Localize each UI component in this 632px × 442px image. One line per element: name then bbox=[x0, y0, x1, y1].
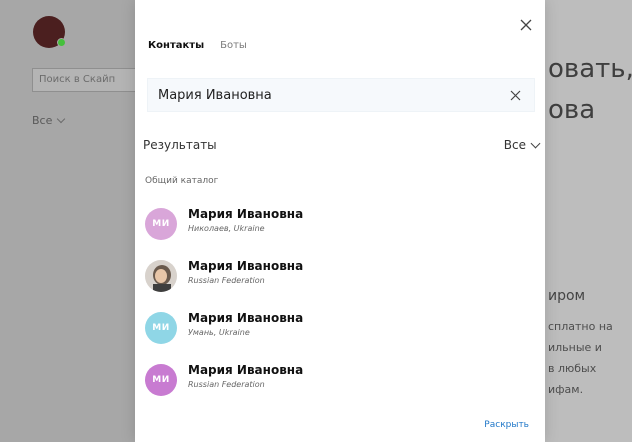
background-filter-dropdown[interactable]: Все bbox=[32, 114, 66, 127]
close-icon bbox=[520, 19, 532, 31]
background-heading-line-2: ова bbox=[548, 95, 596, 125]
dialog-tabs: Контакты Боты bbox=[148, 40, 247, 51]
result-location: Russian Federation bbox=[188, 380, 265, 389]
result-name: Мария Ивановна bbox=[188, 259, 304, 273]
avatar bbox=[145, 260, 177, 292]
presence-online-icon bbox=[57, 38, 66, 47]
tab-bots[interactable]: Боты bbox=[220, 40, 247, 51]
background-text-line: сплатно на bbox=[548, 320, 613, 333]
list-item[interactable]: МИ Мария Ивановна Russian Federation bbox=[135, 354, 545, 406]
chevron-down-icon bbox=[530, 138, 541, 149]
result-text: Мария Ивановна Николаев, Ukraine bbox=[188, 207, 303, 233]
result-location: Николаев, Ukraine bbox=[188, 224, 265, 233]
result-text: Мария Ивановна Russian Federation bbox=[188, 363, 303, 389]
result-location: Russian Federation bbox=[188, 276, 265, 285]
avatar: МИ bbox=[145, 364, 177, 396]
clear-search-button[interactable] bbox=[506, 86, 524, 104]
expand-link[interactable]: Раскрыть bbox=[484, 420, 529, 430]
avatar-initials: МИ bbox=[152, 375, 170, 385]
background-search-input[interactable]: Поиск в Скайп bbox=[32, 68, 152, 92]
avatar: МИ bbox=[145, 208, 177, 240]
result-text: Мария Ивановна Russian Federation bbox=[188, 259, 303, 285]
results-header: Результаты Все bbox=[143, 138, 541, 152]
avatar-initials: МИ bbox=[152, 323, 170, 333]
contact-search-input[interactable]: Мария Ивановна bbox=[147, 78, 535, 112]
background-subheading: иром bbox=[548, 288, 586, 304]
profile-photo-icon bbox=[145, 260, 177, 292]
list-item[interactable]: Мария Ивановна Russian Federation bbox=[135, 250, 545, 302]
avatar: МИ bbox=[145, 312, 177, 344]
result-name: Мария Ивановна bbox=[188, 311, 304, 325]
tab-contacts[interactable]: Контакты bbox=[148, 40, 204, 51]
list-item[interactable]: МИ Мария Ивановна Николаев, Ukraine bbox=[135, 198, 545, 250]
catalog-section-label: Общий каталог bbox=[145, 176, 219, 186]
left-sidebar-dimmed: Поиск в Скайп Все bbox=[0, 0, 152, 442]
results-filter-dropdown[interactable]: Все bbox=[503, 138, 541, 152]
result-location: Умань, Ukraine bbox=[188, 328, 250, 337]
result-text: Мария Ивановна Умань, Ukraine bbox=[188, 311, 303, 337]
chevron-down-icon bbox=[57, 114, 66, 124]
avatar-initials: МИ bbox=[152, 219, 170, 229]
result-name: Мария Ивановна bbox=[188, 363, 304, 377]
results-filter-label: Все bbox=[503, 138, 526, 152]
background-text-line: ильные и bbox=[548, 341, 602, 354]
result-name: Мария Ивановна bbox=[188, 207, 304, 221]
background-filter-label: Все bbox=[32, 114, 53, 127]
contact-search-dialog: Контакты Боты Мария Ивановна Результаты … bbox=[135, 0, 545, 442]
background-heading-line-1: овать, bbox=[548, 54, 632, 84]
results-title: Результаты bbox=[143, 138, 217, 152]
clear-icon bbox=[510, 90, 520, 100]
list-item[interactable]: МИ Мария Ивановна Умань, Ukraine bbox=[135, 302, 545, 354]
close-button[interactable] bbox=[517, 16, 535, 34]
search-input-value[interactable]: Мария Ивановна bbox=[158, 88, 272, 103]
background-text-line: ифам. bbox=[548, 383, 584, 396]
background-text-line: в любых bbox=[548, 362, 597, 375]
